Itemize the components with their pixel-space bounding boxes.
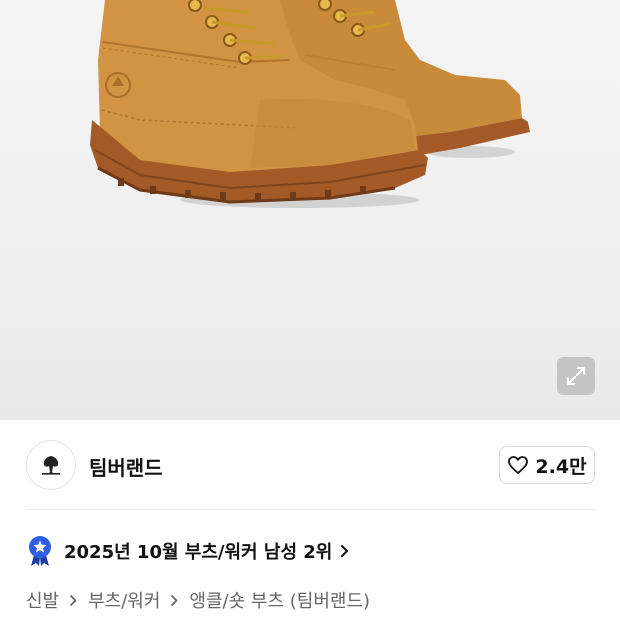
brand-row: 팀버랜드 2.4만: [0, 432, 620, 498]
brand-logo[interactable]: [26, 440, 76, 490]
breadcrumb-item-ankle-boots[interactable]: 앵클/숏 부츠 (팀버랜드): [189, 587, 370, 613]
timberland-boot-image: [90, 0, 530, 208]
like-count: 2.4만: [535, 455, 587, 478]
divider: [26, 509, 595, 510]
expand-button[interactable]: [557, 357, 595, 395]
breadcrumb: 신발 부츠/워커 앵클/숏 부츠 (팀버랜드): [26, 586, 370, 614]
timberland-tree-logo: [42, 456, 60, 475]
star-medal-icon: [29, 536, 51, 566]
product-image-area[interactable]: [0, 0, 620, 420]
like-button[interactable]: 2.4만: [499, 446, 595, 484]
ranking-link[interactable]: 2025년 10월 부츠/워커 남성 2위: [26, 534, 350, 568]
breadcrumb-item-boots[interactable]: 부츠/워커: [88, 587, 160, 613]
chevron-right-icon: [170, 594, 179, 607]
brand-name[interactable]: 팀버랜드: [89, 452, 163, 481]
heart-outline-icon: [508, 456, 529, 474]
chevron-right-icon: [341, 545, 349, 557]
expand-icon: [567, 367, 585, 385]
chevron-right-icon: [69, 594, 78, 607]
breadcrumb-item-shoes[interactable]: 신발: [26, 587, 59, 613]
ranking-text: 2025년 10월 부츠/워커 남성 2위: [64, 542, 333, 563]
